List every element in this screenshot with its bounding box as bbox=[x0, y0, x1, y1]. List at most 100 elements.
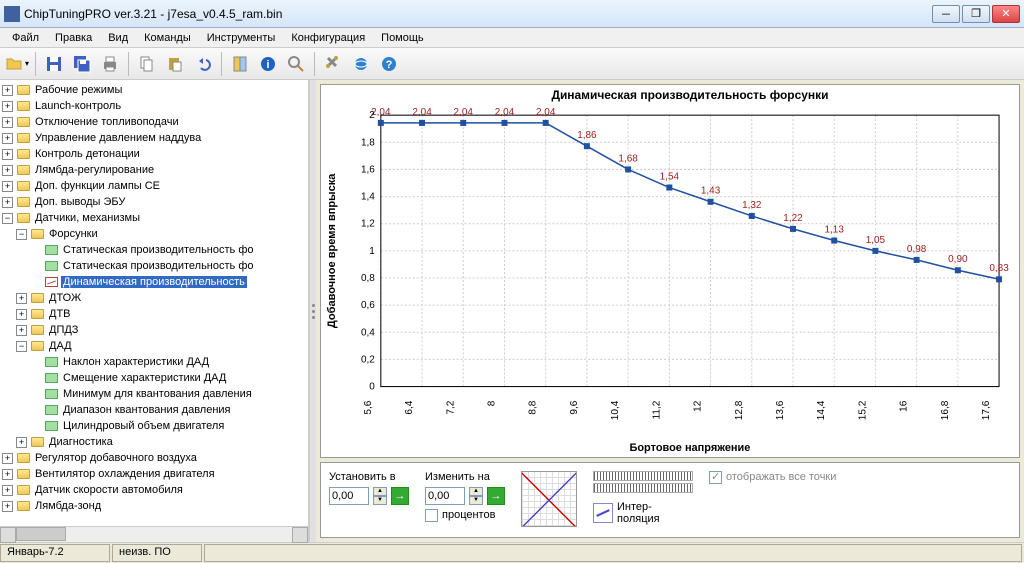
menu-help[interactable]: Помощь bbox=[373, 30, 432, 46]
interpolation-icon[interactable] bbox=[593, 503, 613, 523]
info-button[interactable]: i bbox=[255, 51, 281, 77]
tree-label[interactable]: Контроль детонации bbox=[33, 148, 142, 160]
tree-node[interactable]: Диапазон квантования давления bbox=[2, 402, 306, 418]
tree-label[interactable]: Доп. функции лампы CE bbox=[33, 180, 162, 192]
copy-button[interactable] bbox=[134, 51, 160, 77]
menu-tools[interactable]: Инструменты bbox=[199, 30, 284, 46]
tree-toggle[interactable]: − bbox=[2, 213, 13, 224]
change-by-input[interactable] bbox=[425, 487, 465, 505]
tree-label[interactable]: Датчик скорости автомобиля bbox=[33, 484, 185, 496]
tree-label[interactable]: ДПДЗ bbox=[47, 324, 80, 336]
tree-node[interactable]: + Отключение топливоподачи bbox=[2, 114, 306, 130]
network-button[interactable] bbox=[348, 51, 374, 77]
tree-label[interactable]: Диагностика bbox=[47, 436, 115, 448]
tree-toggle[interactable]: + bbox=[2, 133, 13, 144]
tree-label[interactable]: Динамическая производительность bbox=[61, 276, 247, 288]
tree-node[interactable]: + Регулятор добавочного воздуха bbox=[2, 450, 306, 466]
hscroll-right[interactable] bbox=[292, 527, 308, 543]
tree-node[interactable]: +Вентилятор охлаждения двигателя bbox=[2, 466, 306, 482]
settings-button[interactable] bbox=[320, 51, 346, 77]
tree-node[interactable]: + ДПДЗ bbox=[2, 322, 306, 338]
maximize-button[interactable]: ❐ bbox=[962, 5, 990, 23]
change-by-spinner[interactable]: ▲▼ bbox=[469, 487, 483, 505]
menu-view[interactable]: Вид bbox=[100, 30, 136, 46]
tree-label[interactable]: Доп. выводы ЭБУ bbox=[33, 196, 127, 208]
tree-label[interactable]: Форсунки bbox=[47, 228, 100, 240]
mini-grid-preview[interactable] bbox=[521, 471, 577, 527]
tree-node[interactable]: −Форсунки bbox=[2, 226, 306, 242]
tree-node[interactable]: Минимум для квантования давления bbox=[2, 386, 306, 402]
tree-node[interactable]: + Доп. функции лампы CE bbox=[2, 178, 306, 194]
print-button[interactable] bbox=[97, 51, 123, 77]
tree-label[interactable]: Статическая производительность фо bbox=[61, 244, 256, 256]
tree-label[interactable]: Наклон характеристики ДАД bbox=[61, 356, 211, 368]
tree-toggle[interactable]: + bbox=[16, 437, 27, 448]
tree-label[interactable]: Смещение характеристики ДАД bbox=[61, 372, 228, 384]
close-button[interactable]: ✕ bbox=[992, 5, 1020, 23]
tree-toggle[interactable]: + bbox=[2, 485, 13, 496]
tree-label[interactable]: Цилиндровый объем двигателя bbox=[61, 420, 226, 432]
tree-node[interactable]: Смещение характеристики ДАД bbox=[2, 370, 306, 386]
menu-edit[interactable]: Правка bbox=[47, 30, 100, 46]
tree-toggle[interactable]: + bbox=[16, 325, 27, 336]
tree-node[interactable]: + Лямбда-зонд bbox=[2, 498, 306, 514]
tree-label[interactable]: Вентилятор охлаждения двигателя bbox=[33, 468, 217, 480]
tree-label[interactable]: Рабочие режимы bbox=[33, 84, 124, 96]
tree-node[interactable]: + Рабочие режимы bbox=[2, 82, 306, 98]
undo-button[interactable] bbox=[190, 51, 216, 77]
tree-toggle[interactable]: + bbox=[2, 197, 13, 208]
tree-label[interactable]: Лямбда-зонд bbox=[33, 500, 103, 512]
change-by-go-button[interactable]: → bbox=[487, 487, 505, 505]
tree-label[interactable]: Статическая производительность фо bbox=[61, 260, 256, 272]
tree-node[interactable]: Статическая производительность фо bbox=[2, 242, 306, 258]
tree-label[interactable]: Регулятор добавочного воздуха bbox=[33, 452, 199, 464]
tree-node[interactable]: + Датчик скорости автомобиля bbox=[2, 482, 306, 498]
tree-label[interactable]: Минимум для квантования давления bbox=[61, 388, 254, 400]
tree-label[interactable]: Лямбда-регулирование bbox=[33, 164, 156, 176]
save-button[interactable] bbox=[41, 51, 67, 77]
tree-node[interactable]: +ДТВ bbox=[2, 306, 306, 322]
tree-node[interactable]: + Доп. выводы ЭБУ bbox=[2, 194, 306, 210]
paste-button[interactable] bbox=[162, 51, 188, 77]
tree-toggle[interactable]: + bbox=[2, 101, 13, 112]
tree-label[interactable]: Отключение топливоподачи bbox=[33, 116, 181, 128]
smooth-bar-2[interactable] bbox=[593, 483, 693, 493]
tree-label[interactable]: Управление давлением наддува bbox=[33, 132, 203, 144]
minimize-button[interactable]: － bbox=[932, 5, 960, 23]
tree-toggle[interactable]: + bbox=[16, 309, 27, 320]
tree-toggle[interactable]: + bbox=[2, 85, 13, 96]
tree-node[interactable]: + Управление давлением наддува bbox=[2, 130, 306, 146]
set-to-input[interactable] bbox=[329, 487, 369, 505]
percent-checkbox[interactable] bbox=[425, 509, 438, 522]
open-button[interactable]: ▾ bbox=[4, 51, 30, 77]
tree-node[interactable]: + Launch-контроль bbox=[2, 98, 306, 114]
tree-label[interactable]: Диапазон квантования давления bbox=[61, 404, 233, 416]
help-button[interactable]: ? bbox=[376, 51, 402, 77]
tree-toggle[interactable]: + bbox=[2, 117, 13, 128]
tree-toggle[interactable]: + bbox=[2, 149, 13, 160]
tree-label[interactable]: Датчики, механизмы bbox=[33, 212, 142, 224]
tree-node[interactable]: Статическая производительность фо bbox=[2, 258, 306, 274]
tree-toggle[interactable]: + bbox=[2, 181, 13, 192]
tree-hscroll[interactable] bbox=[0, 526, 308, 542]
tree-node[interactable]: + Диагностика bbox=[2, 434, 306, 450]
hscroll-thumb[interactable] bbox=[16, 527, 66, 541]
compare-button[interactable] bbox=[227, 51, 253, 77]
tree-node[interactable]: + Контроль детонации bbox=[2, 146, 306, 162]
tree-toggle[interactable]: + bbox=[16, 293, 27, 304]
tree-toggle[interactable]: + bbox=[2, 501, 13, 512]
tree-node[interactable]: − Датчики, механизмы bbox=[2, 210, 306, 226]
hscroll-left[interactable] bbox=[0, 527, 16, 543]
save-all-button[interactable] bbox=[69, 51, 95, 77]
tree-label[interactable]: ДАД bbox=[47, 340, 74, 352]
tree-toggle[interactable]: + bbox=[2, 165, 13, 176]
smooth-bar-1[interactable] bbox=[593, 471, 693, 481]
set-to-go-button[interactable]: → bbox=[391, 487, 409, 505]
tree-toggle[interactable]: + bbox=[2, 453, 13, 464]
tree-toggle[interactable]: − bbox=[16, 341, 27, 352]
tree-label[interactable]: ДТОЖ bbox=[47, 292, 83, 304]
menu-commands[interactable]: Команды bbox=[136, 30, 199, 46]
tree-label[interactable]: Launch-контроль bbox=[33, 100, 123, 112]
tree-node[interactable]: + Лямбда-регулирование bbox=[2, 162, 306, 178]
tree-view[interactable]: + Рабочие режимы + Launch-контроль + Отключен… bbox=[0, 80, 308, 526]
